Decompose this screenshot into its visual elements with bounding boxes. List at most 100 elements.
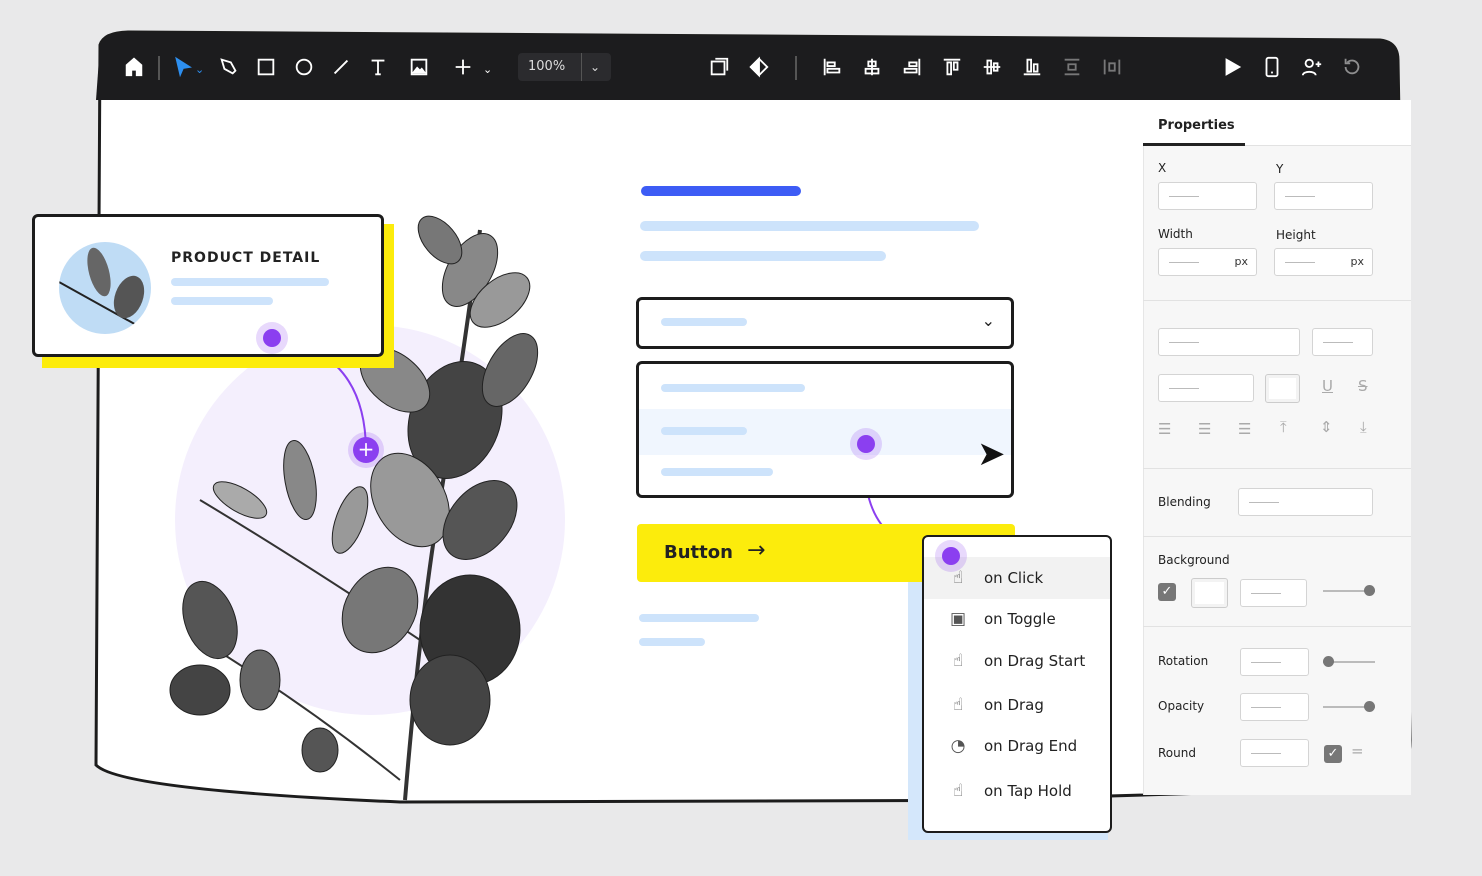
rectangle-icon[interactable] [253,54,279,80]
y-input[interactable] [1274,182,1373,210]
menu-item-label: on Drag Start [984,652,1086,670]
slider-thumb[interactable] [1323,656,1334,667]
font-family-input[interactable] [1158,328,1300,356]
divider [1143,300,1411,301]
product-detail-card[interactable]: PRODUCT DETAIL [32,214,384,357]
text-placeholder [171,278,329,286]
align-top-icon[interactable] [939,54,965,80]
image-icon[interactable] [406,54,432,80]
active-tab-indicator [1143,143,1245,146]
divider [1143,536,1411,537]
plus-icon[interactable] [450,54,476,80]
undo-icon[interactable] [1339,54,1365,80]
slider-thumb[interactable] [1364,701,1375,712]
toggle-icon: ▣ [949,609,967,629]
chevron-down-icon[interactable]: ⌄ [483,63,492,76]
interaction-menu: ☝ on Click ▣ on Toggle ☝ on Drag Start ☝ on … [922,535,1112,833]
chevron-down-icon: ⌄ [981,311,995,330]
add-user-icon[interactable] [1299,54,1325,80]
text-placeholder [639,614,759,622]
text-icon[interactable] [365,54,391,80]
menu-item-on-toggle[interactable]: ▣ on Toggle [924,598,1110,640]
connector-node[interactable] [256,322,288,354]
divider [1143,468,1411,469]
round-checkbox[interactable]: ✓ [1324,745,1342,763]
play-icon[interactable] [1219,54,1245,80]
height-label: Height [1276,228,1316,242]
line-icon[interactable] [328,54,354,80]
width-input[interactable]: px [1158,248,1257,276]
tap-hold-icon: ☝ [952,781,964,801]
home-icon[interactable] [121,54,147,80]
zoom-value: 100% [518,53,582,81]
font-size-input[interactable] [1312,328,1373,356]
vertical-align-middle-icon[interactable]: ⇕ [1320,418,1333,436]
underline-icon[interactable]: U [1322,377,1333,395]
align-text-center-icon[interactable]: ☰ [1198,420,1211,438]
add-connection-button[interactable]: + [348,432,384,468]
mask-icon[interactable] [746,54,772,80]
background-checkbox[interactable]: ✓ [1158,583,1176,601]
toolbar-divider [795,56,797,80]
blending-select[interactable] [1238,488,1373,516]
text-color-swatch[interactable] [1265,374,1300,403]
mouse-cursor-icon: ➤ [977,434,1006,474]
dropdown[interactable]: ⌄ [636,297,1014,349]
background-hex-input[interactable] [1240,579,1307,607]
menu-item-on-tap-hold[interactable]: ☝ on Tap Hold [924,770,1110,812]
select-arrow-icon[interactable] [170,54,196,80]
drag-icon: ☝ [952,695,964,715]
opacity-input[interactable] [1240,693,1309,721]
device-preview-icon[interactable] [1259,54,1285,80]
background-label: Background [1158,553,1230,567]
x-label: X [1158,161,1167,175]
menu-item-on-drag[interactable]: ☝ on Drag [924,684,1110,726]
heading-placeholder [641,186,801,196]
align-left-icon[interactable] [819,54,845,80]
menu-item-on-drag-start[interactable]: ☝ on Drag Start [924,640,1110,682]
ellipse-icon[interactable] [291,54,317,80]
text-placeholder [640,221,979,231]
component-icon[interactable] [706,54,732,80]
distribute-vertical-icon[interactable] [1059,54,1085,80]
round-input[interactable] [1240,739,1309,767]
strikethrough-icon[interactable]: S [1358,377,1368,395]
connector-node[interactable] [935,540,967,572]
text-placeholder [171,297,273,305]
opacity-slider[interactable] [1323,701,1375,712]
vertical-align-top-icon[interactable]: ⤒ [1280,418,1287,436]
dropdown-list[interactable]: ➤ [636,361,1014,498]
rotation-slider[interactable] [1323,656,1375,667]
align-middle-icon[interactable] [979,54,1005,80]
background-opacity-slider[interactable] [1323,585,1375,596]
rotation-input[interactable] [1240,648,1309,676]
align-text-left-icon[interactable]: ☰ [1158,420,1171,438]
connector-node[interactable] [850,428,882,460]
text-placeholder [640,251,886,261]
vertical-align-bottom-icon[interactable]: ⤓ [1360,418,1367,436]
align-right-icon[interactable] [899,54,925,80]
font-weight-input[interactable] [1158,374,1254,402]
opacity-label: Opacity [1158,699,1205,713]
unit-label: px [1234,255,1249,268]
x-input[interactable] [1158,182,1257,210]
chevron-down-icon[interactable]: ⌄ [195,63,204,76]
align-center-icon[interactable] [859,54,885,80]
tab-properties[interactable]: Properties [1158,118,1235,133]
align-text-right-icon[interactable]: ☰ [1238,420,1251,438]
list-item[interactable] [661,468,773,476]
corner-options-icon[interactable]: = [1351,742,1364,760]
plus-icon: + [353,437,379,463]
zoom-select[interactable]: 100% ⌄ [518,53,611,81]
align-bottom-icon[interactable] [1019,54,1045,80]
list-item[interactable] [661,384,805,392]
list-item[interactable] [661,427,747,435]
chevron-down-icon[interactable]: ⌄ [590,60,600,74]
slider-thumb[interactable] [1364,585,1375,596]
height-input[interactable]: px [1274,248,1373,276]
pen-icon[interactable] [216,54,242,80]
arrow-right-icon: → [747,538,766,563]
menu-item-on-drag-end[interactable]: ◔ on Drag End [924,725,1110,767]
background-color-swatch[interactable] [1191,578,1228,608]
distribute-horizontal-icon[interactable] [1099,54,1125,80]
